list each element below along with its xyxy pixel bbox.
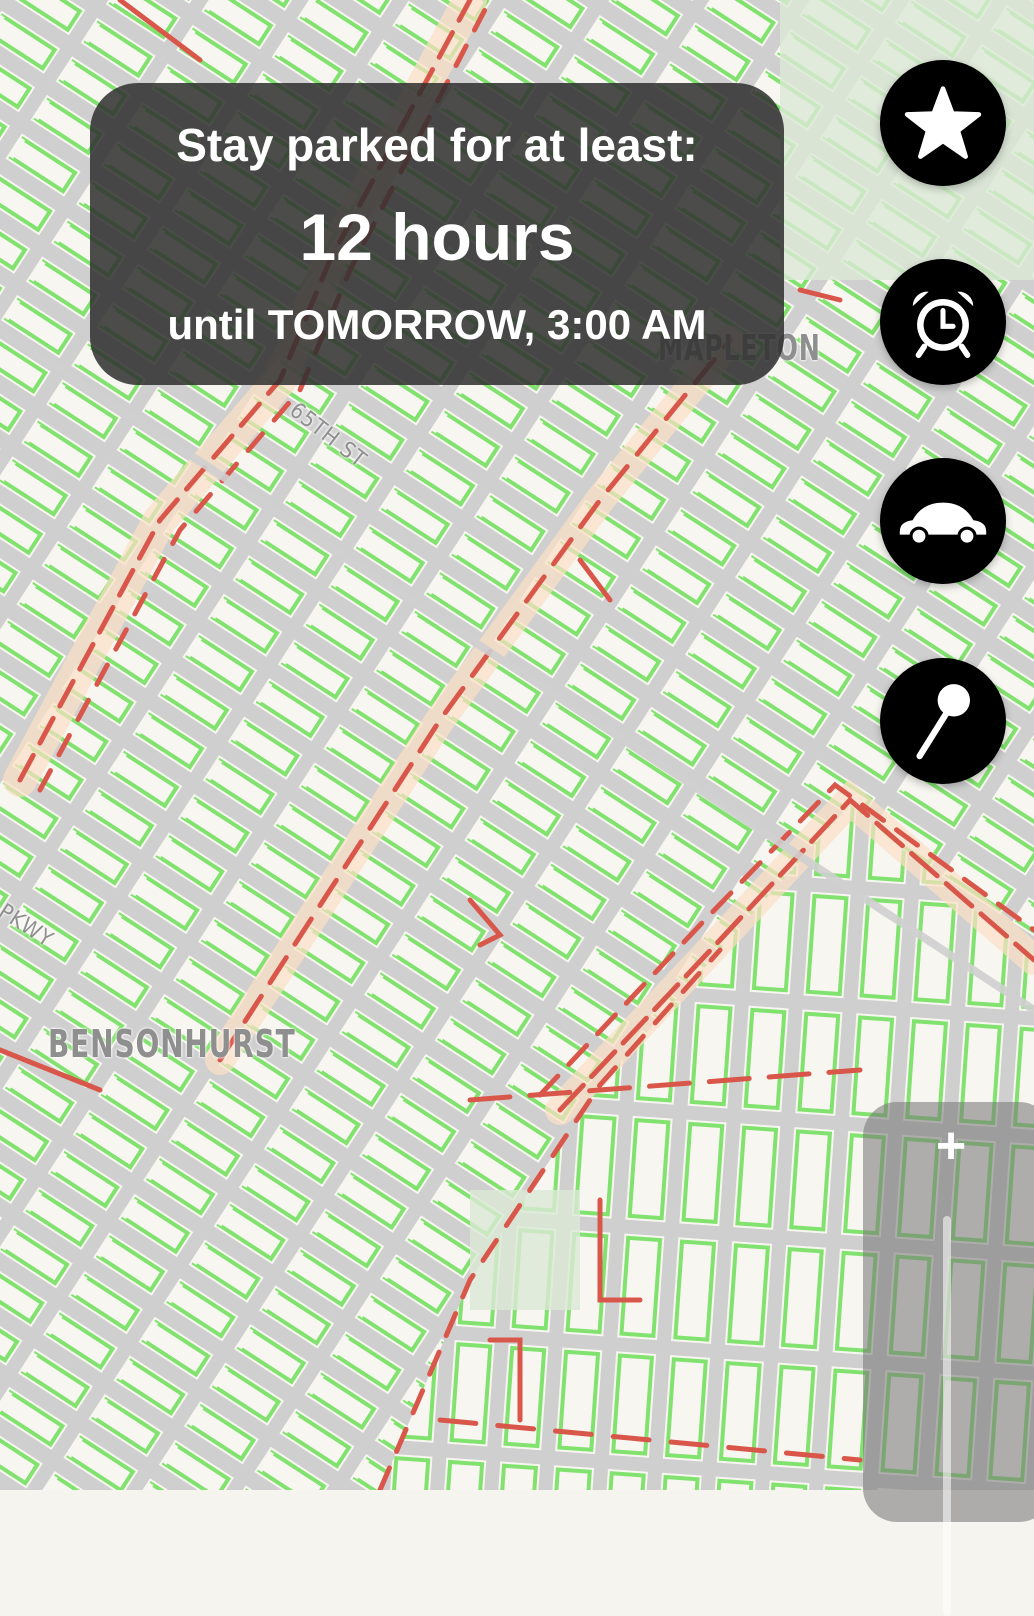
parking-duration-value: 12 hours xyxy=(299,200,575,274)
pin-button[interactable] xyxy=(880,658,1006,784)
alarm-button[interactable] xyxy=(880,259,1006,385)
zoom-slider-track[interactable] xyxy=(943,1216,951,1616)
favorites-button[interactable] xyxy=(880,60,1006,186)
stay-parked-heading: Stay parked for at least: xyxy=(176,119,698,171)
car-icon xyxy=(899,502,987,546)
star-icon xyxy=(904,86,982,159)
car-button[interactable] xyxy=(880,458,1006,584)
parking-duration-panel: Stay parked for at least: 12 hours until… xyxy=(90,83,784,385)
zoom-in-button[interactable]: + xyxy=(929,1116,973,1176)
alarm-clock-icon xyxy=(912,291,974,358)
zoom-control: + xyxy=(863,1102,1034,1616)
parking-until-time: until TOMORROW, 3:00 AM xyxy=(167,301,707,348)
map-label-bensonhurst: BENSONHURST xyxy=(48,1022,296,1066)
map-pin-icon xyxy=(916,684,970,760)
